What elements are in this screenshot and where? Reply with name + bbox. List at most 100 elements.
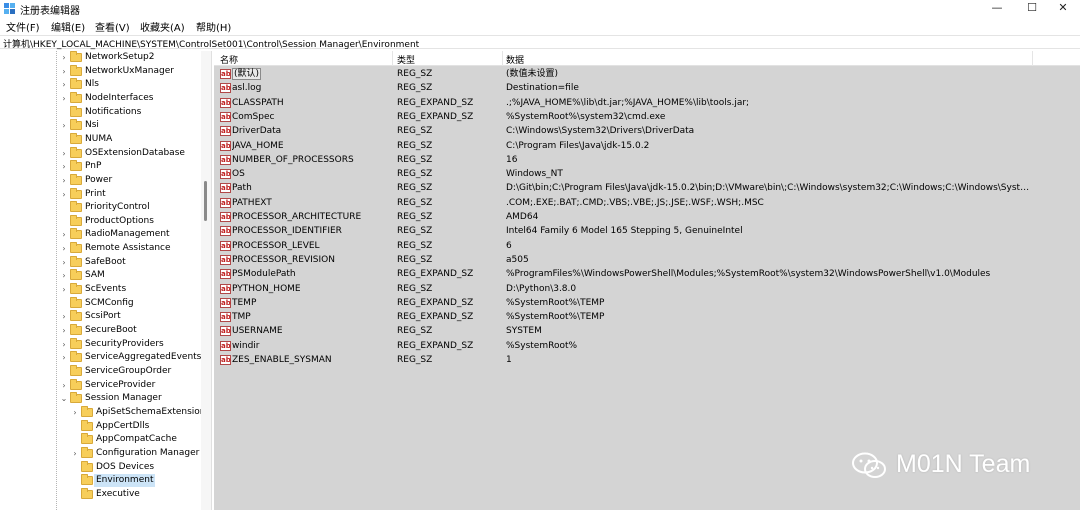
- chevron-right-icon[interactable]: ›: [60, 283, 68, 296]
- value-row[interactable]: ab (默认) REG_SZ (数值未设置): [214, 67, 1080, 81]
- column-header-type[interactable]: 类型: [397, 53, 415, 66]
- value-row[interactable]: ab asl.log REG_SZ Destination=file: [214, 81, 1080, 95]
- chevron-right-icon[interactable]: ›: [60, 351, 68, 364]
- folder-icon: [70, 296, 82, 308]
- value-row[interactable]: ab ZES_ENABLE_SYSMAN REG_SZ 1: [214, 353, 1080, 367]
- tree-item[interactable]: › OSExtensionDatabase: [0, 146, 200, 161]
- menu-edit[interactable]: 编辑(E): [51, 19, 85, 34]
- chevron-right-icon[interactable]: ›: [60, 310, 68, 323]
- column-divider[interactable]: [392, 51, 393, 66]
- value-row[interactable]: ab USERNAME REG_SZ SYSTEM: [214, 324, 1080, 338]
- value-row[interactable]: ab windir REG_EXPAND_SZ %SystemRoot%: [214, 339, 1080, 353]
- tree-item[interactable]: › RadioManagement: [0, 228, 200, 242]
- column-header-data[interactable]: 数据: [506, 53, 524, 66]
- tree-item[interactable]: › Print: [0, 187, 200, 202]
- menu-view[interactable]: 查看(V): [95, 19, 130, 34]
- value-row[interactable]: ab DriverData REG_SZ C:\Windows\System32\Dr…: [214, 124, 1080, 138]
- value-row[interactable]: ab NUMBER_OF_PROCESSORS REG_SZ 16: [214, 153, 1080, 167]
- tree-scrollbar[interactable]: [201, 51, 211, 510]
- tree-item[interactable]: › NetworkSetup2: [0, 51, 200, 65]
- chevron-right-icon[interactable]: ›: [60, 51, 68, 64]
- value-row[interactable]: ab Path REG_SZ D:\Git\bin;C:\Program Files\…: [214, 181, 1080, 195]
- chevron-right-icon[interactable]: ›: [60, 174, 68, 187]
- tree-item[interactable]: › SafeBoot: [0, 255, 200, 270]
- chevron-down-icon[interactable]: ⌄: [60, 392, 68, 405]
- tree-item[interactable]: › ScsiPort: [0, 310, 200, 324]
- tree-item[interactable]: › Nls: [0, 78, 200, 92]
- tree-item[interactable]: DOS Devices: [0, 460, 200, 475]
- tree-item[interactable]: › Configuration Manager: [0, 446, 200, 461]
- tree-item[interactable]: › ScEvents: [0, 283, 200, 297]
- tree-item[interactable]: › SAM: [0, 269, 200, 283]
- chevron-right-icon[interactable]: ›: [60, 92, 68, 105]
- value-row[interactable]: ab PROCESSOR_LEVEL REG_SZ 6: [214, 239, 1080, 253]
- chevron-right-icon[interactable]: ›: [60, 147, 68, 160]
- tree-item[interactable]: › Nsi: [0, 119, 200, 133]
- chevron-right-icon[interactable]: ›: [60, 78, 68, 91]
- value-row[interactable]: ab ComSpec REG_EXPAND_SZ %SystemRoot%\syste…: [214, 110, 1080, 124]
- tree-item[interactable]: › ServiceProvider: [0, 378, 200, 393]
- chevron-right-icon[interactable]: ›: [60, 269, 68, 282]
- chevron-right-icon[interactable]: ›: [60, 160, 68, 173]
- menu-favorites[interactable]: 收藏夹(A): [140, 19, 185, 34]
- column-divider[interactable]: [1032, 51, 1033, 66]
- chevron-right-icon[interactable]: ›: [60, 228, 68, 241]
- chevron-right-icon[interactable]: ›: [71, 406, 79, 419]
- tree-item[interactable]: › ApiSetSchemaExtensions: [0, 405, 210, 420]
- tree-item[interactable]: Executive: [0, 487, 200, 502]
- tree-item[interactable]: › SecurityProviders: [0, 337, 200, 352]
- value-row[interactable]: ab PYTHON_HOME REG_SZ D:\Python\3.8.0: [214, 282, 1080, 296]
- tree-item[interactable]: › Power: [0, 173, 200, 188]
- tree-item[interactable]: Notifications: [0, 105, 200, 120]
- value-row[interactable]: ab TEMP REG_EXPAND_SZ %SystemRoot%\TEMP: [214, 296, 1080, 310]
- chevron-right-icon[interactable]: ›: [71, 447, 79, 460]
- value-row[interactable]: ab TMP REG_EXPAND_SZ %SystemRoot%\TEMP: [214, 310, 1080, 324]
- maximize-button[interactable]: ☐: [1015, 0, 1049, 17]
- chevron-right-icon[interactable]: ›: [60, 256, 68, 269]
- tree-item[interactable]: SCMConfig: [0, 296, 200, 311]
- address-path[interactable]: 计算机\HKEY_LOCAL_MACHINE\SYSTEM\ControlSet…: [3, 37, 419, 50]
- chevron-right-icon[interactable]: ›: [60, 188, 68, 201]
- address-bar[interactable]: 计算机\HKEY_LOCAL_MACHINE\SYSTEM\ControlSet…: [0, 35, 1080, 50]
- tree-item[interactable]: AppCompatCache: [0, 433, 200, 447]
- tree-item[interactable]: › NodeInterfaces: [0, 91, 200, 106]
- folder-icon: [70, 269, 82, 281]
- tree-item[interactable]: › PnP: [0, 160, 200, 174]
- value-row[interactable]: ab CLASSPATH REG_EXPAND_SZ .;%JAVA_HOME%\li…: [214, 96, 1080, 110]
- tree-item[interactable]: ServiceGroupOrder: [0, 364, 200, 379]
- value-row[interactable]: ab PATHEXT REG_SZ .COM;.EXE;.BAT;.CMD;.VBS;…: [214, 196, 1080, 210]
- tree-item[interactable]: NUMA: [0, 132, 200, 147]
- chevron-right-icon[interactable]: ›: [60, 379, 68, 392]
- chevron-right-icon[interactable]: ›: [60, 324, 68, 337]
- tree-item[interactable]: › SecureBoot: [0, 324, 200, 338]
- column-header-name[interactable]: 名称: [220, 53, 238, 66]
- chevron-right-icon[interactable]: ›: [60, 242, 68, 255]
- value-row[interactable]: ab JAVA_HOME REG_SZ C:\Program Files\Java\j…: [214, 139, 1080, 153]
- chevron-right-icon[interactable]: ›: [60, 65, 68, 78]
- value-row[interactable]: ab PROCESSOR_REVISION REG_SZ a505: [214, 253, 1080, 267]
- tree-scrollbar-thumb[interactable]: [204, 181, 207, 221]
- chevron-right-icon[interactable]: ›: [60, 119, 68, 132]
- value-row[interactable]: ab PROCESSOR_IDENTIFIER REG_SZ Intel64 Fami…: [214, 224, 1080, 238]
- tree-item[interactable]: › ServiceAggregatedEvents: [0, 351, 201, 365]
- close-button[interactable]: ✕: [1046, 0, 1080, 17]
- minimize-button[interactable]: —: [980, 0, 1014, 17]
- tree-item[interactable]: › NetworkUxManager: [0, 64, 200, 79]
- tree-item[interactable]: Environment: [0, 474, 200, 488]
- folder-icon: [70, 255, 82, 267]
- tree-item[interactable]: ⌄ Session Manager: [0, 392, 200, 406]
- value-name: PROCESSOR_IDENTIFIER: [232, 224, 392, 238]
- column-divider[interactable]: [502, 51, 503, 66]
- chevron-right-icon[interactable]: ›: [60, 338, 68, 351]
- tree-item[interactable]: AppCertDlls: [0, 419, 200, 434]
- tree-item[interactable]: ProductOptions: [0, 214, 200, 229]
- menu-file[interactable]: 文件(F): [6, 19, 40, 34]
- tree-item[interactable]: › Remote Assistance: [0, 242, 200, 256]
- tree-item[interactable]: PriorityControl: [0, 201, 200, 215]
- value-row[interactable]: ab PSModulePath REG_EXPAND_SZ %ProgramFiles…: [214, 267, 1080, 281]
- value-row[interactable]: ab PROCESSOR_ARCHITECTURE REG_SZ AMD64: [214, 210, 1080, 224]
- value-row[interactable]: ab OS REG_SZ Windows_NT: [214, 167, 1080, 181]
- key-tree[interactable]: › NetworkSetup2 › NetworkUxManager › Nls › Node…: [0, 51, 212, 510]
- menu-help[interactable]: 帮助(H): [196, 19, 231, 34]
- values-list[interactable]: 名称 类型 数据 ab (默认) REG_SZ (数值未设置) ab asl.log REG…: [214, 51, 1080, 510]
